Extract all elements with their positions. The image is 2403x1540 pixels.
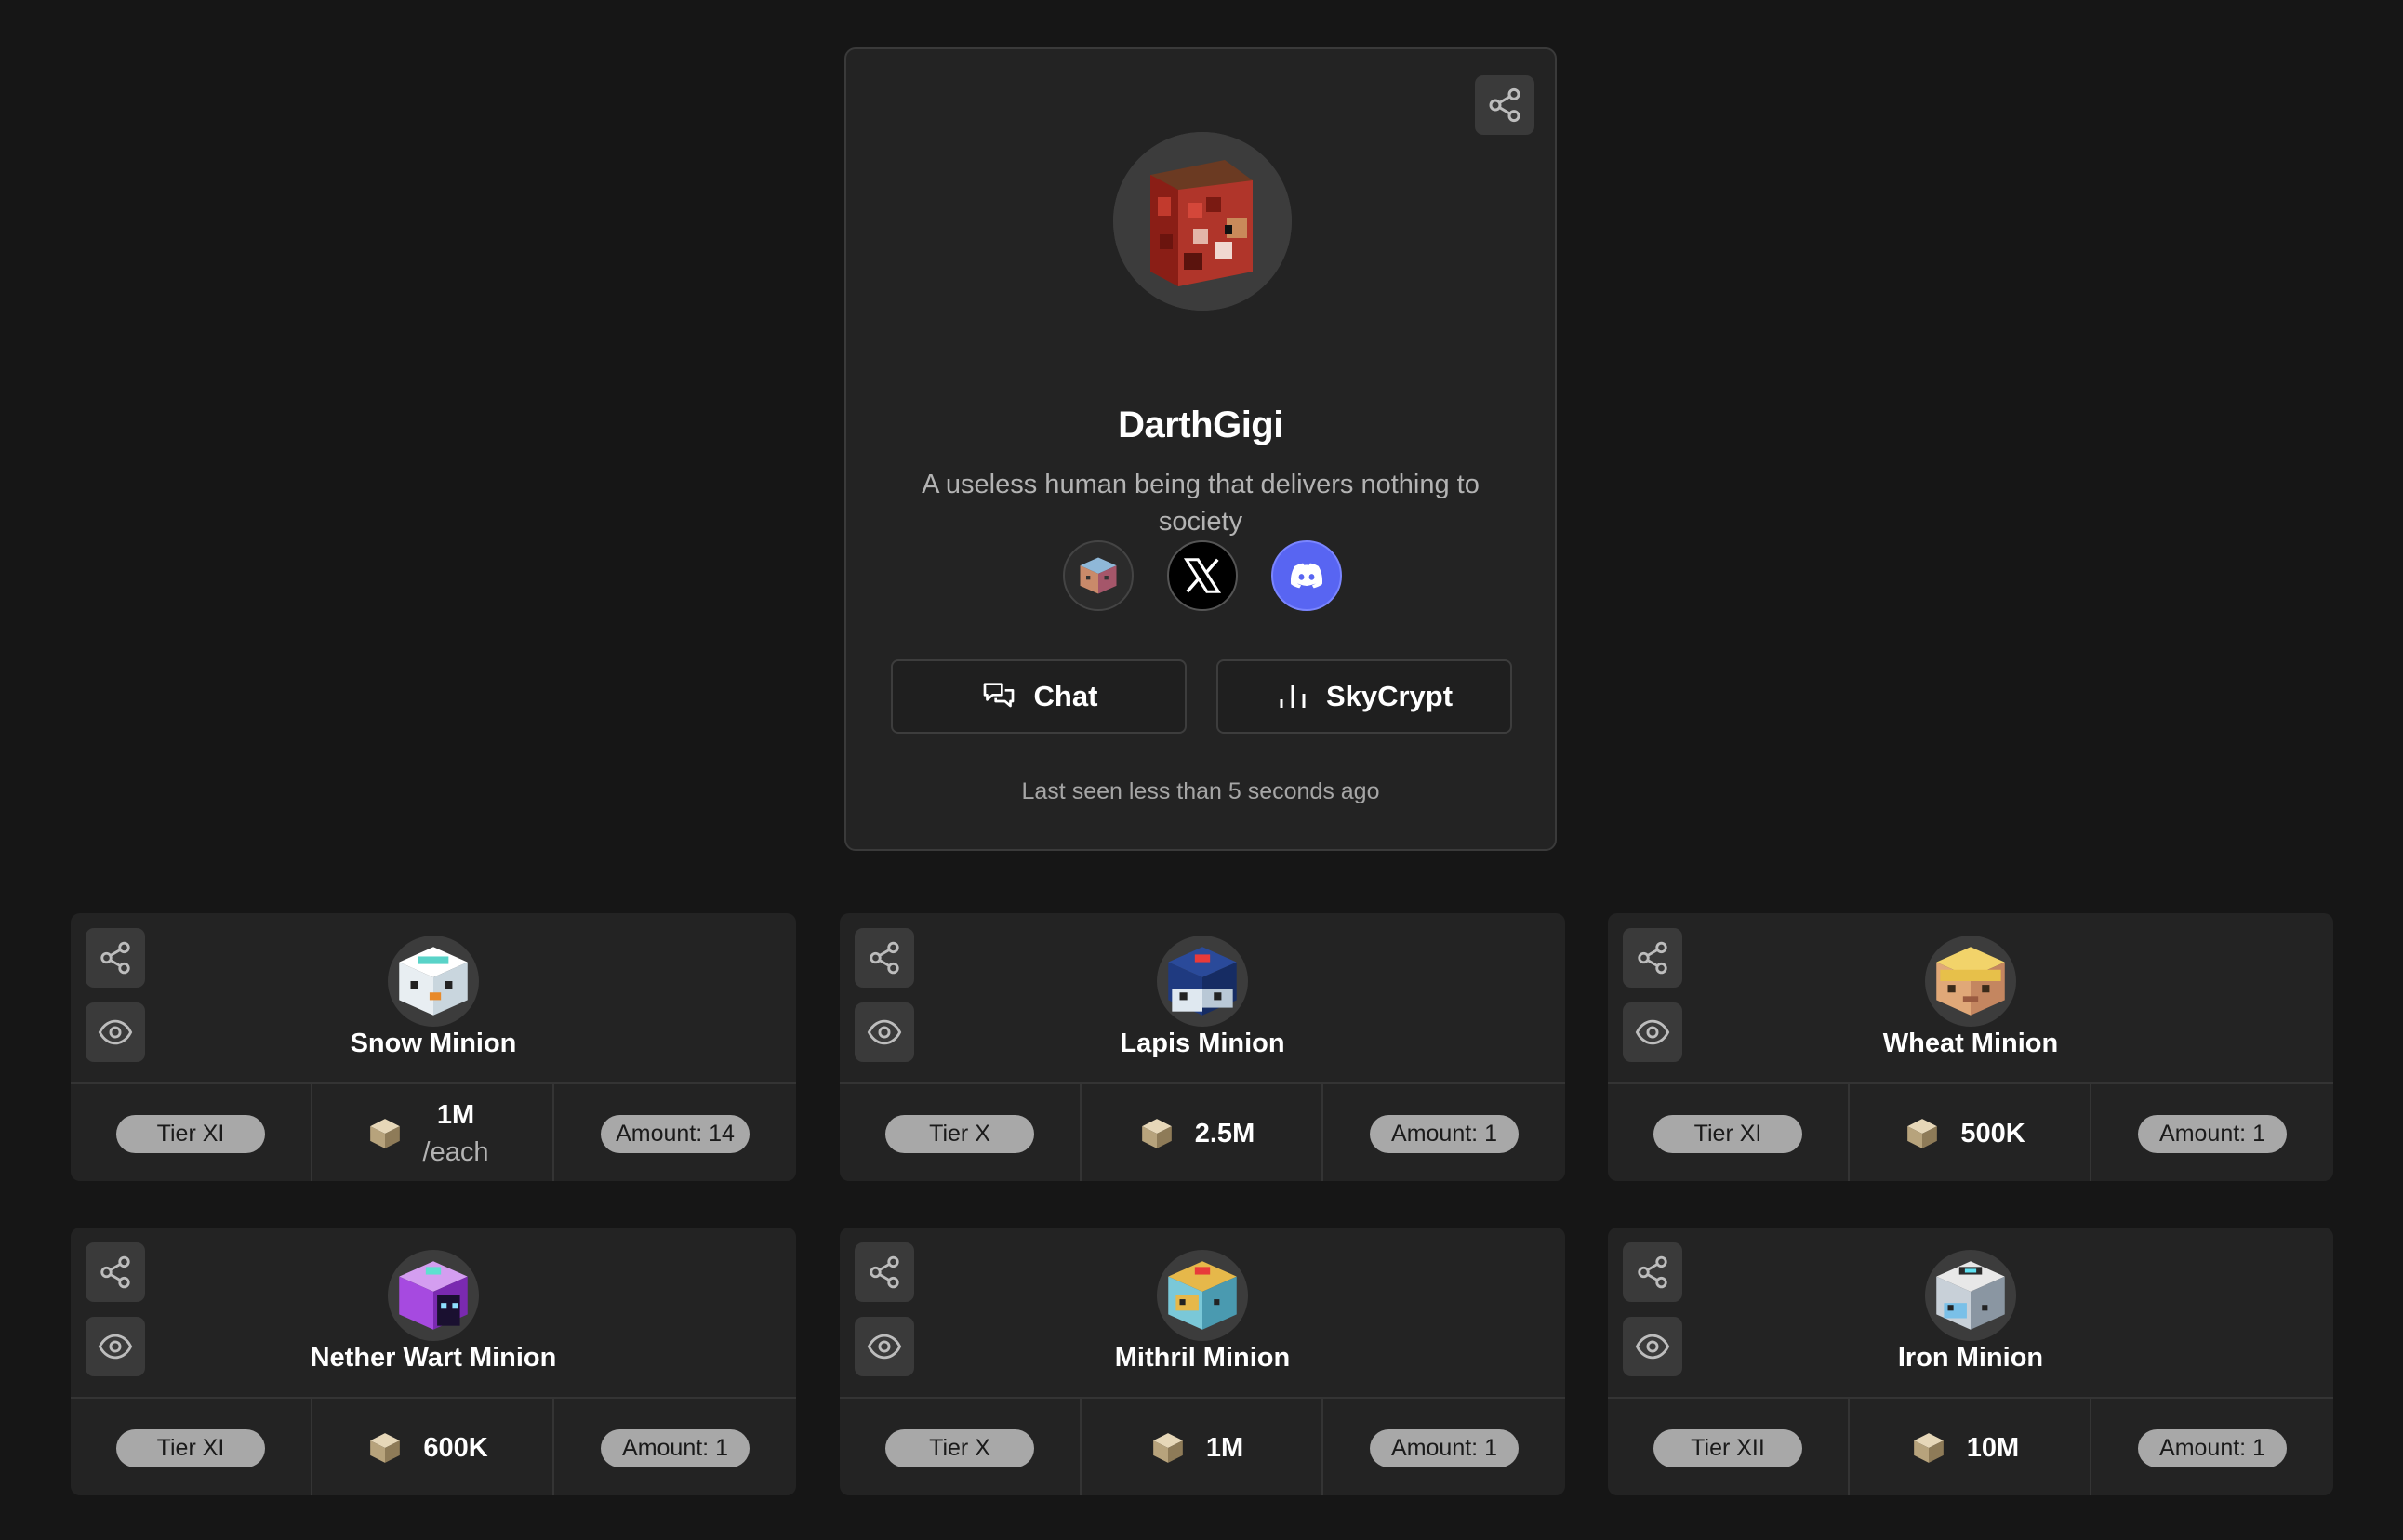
chat-label: Chat <box>1033 680 1098 712</box>
iron-minion-icon <box>1936 1261 2005 1330</box>
minion-details: Tier XI 1M/each Amount: 14 <box>71 1082 796 1181</box>
lapis-minion-icon <box>1168 947 1237 1016</box>
share-button[interactable] <box>86 928 145 988</box>
share-button[interactable] <box>86 1242 145 1302</box>
profile-bio: A useless human being that delivers noth… <box>922 470 1480 537</box>
profile-card: DarthGigi A useless human being that del… <box>844 47 1557 851</box>
nether-wart-minion-icon <box>399 1261 468 1330</box>
minion-name: Lapis Minion <box>1120 1029 1285 1058</box>
share-icon <box>867 940 902 976</box>
minion-name: Wheat Minion <box>1882 1029 2059 1058</box>
amount-badge: Amount: 1 <box>2138 1114 2287 1153</box>
amount-badge: Amount: 14 <box>601 1114 750 1153</box>
block-icon <box>1905 1116 1940 1151</box>
block-icon <box>367 1116 403 1151</box>
skycrypt-label: SkyCrypt <box>1325 680 1454 712</box>
minion-price: 1M <box>436 1100 475 1130</box>
minion-avatar <box>1925 936 2016 1027</box>
tier-badge: Tier X <box>885 1428 1034 1467</box>
minion-name: Snow Minion <box>350 1029 517 1058</box>
share-icon <box>98 940 133 976</box>
amount-badge: Amount: 1 <box>1370 1114 1519 1153</box>
minion-avatar <box>388 936 479 1027</box>
minion-card[interactable]: Wheat Minion Tier XI 500K Amount: 1 <box>1608 913 2333 1181</box>
share-icon <box>1635 1255 1670 1290</box>
minion-details: Tier XI 500K Amount: 1 <box>1608 1082 2333 1181</box>
share-button[interactable] <box>1475 75 1534 135</box>
block-icon <box>1911 1430 1946 1466</box>
mithril-minion-icon <box>1168 1261 1237 1330</box>
last-seen-status: Last seen less than 5 seconds ago <box>1021 778 1380 804</box>
amount-badge: Amount: 1 <box>2138 1428 2287 1467</box>
minion-price: 1M <box>1205 1433 1244 1463</box>
share-icon <box>98 1255 133 1290</box>
block-icon <box>1139 1116 1175 1151</box>
minion-price: 10M <box>1966 1433 2020 1463</box>
minion-details: Tier XII 10M Amount: 1 <box>1608 1397 2333 1495</box>
share-button[interactable] <box>1623 928 1682 988</box>
bar-chart-icon <box>1280 685 1306 708</box>
amount-badge: Amount: 1 <box>1370 1428 1519 1467</box>
tier-badge: Tier XI <box>116 1428 265 1467</box>
block-icon <box>367 1430 403 1466</box>
tier-badge: Tier XI <box>1653 1114 1802 1153</box>
minion-card[interactable]: Nether Wart Minion Tier XI 600K Amount: … <box>71 1228 796 1495</box>
minion-card[interactable]: Snow Minion Tier XI 1M/each Amount: 14 <box>71 913 796 1181</box>
minion-name: Iron Minion <box>1897 1343 2044 1373</box>
tier-badge: Tier XI <box>116 1114 265 1153</box>
minecraft-head-icon <box>1113 132 1292 311</box>
minion-avatar <box>388 1250 479 1341</box>
social-discord-link[interactable] <box>1271 540 1342 611</box>
block-icon <box>1150 1430 1186 1466</box>
share-button[interactable] <box>1623 1242 1682 1302</box>
skycrypt-button[interactable]: SkyCrypt <box>1216 659 1512 734</box>
chat-button[interactable]: Chat <box>891 659 1187 734</box>
minion-details: Tier XI 600K Amount: 1 <box>71 1397 796 1495</box>
social-minecraft-link[interactable] <box>1063 540 1134 611</box>
share-icon <box>867 1255 902 1290</box>
chat-icon <box>983 683 1014 708</box>
minion-price: 2.5M <box>1194 1119 1255 1148</box>
minion-card[interactable]: Lapis Minion Tier X 2.5M Amount: 1 <box>840 913 1565 1181</box>
minion-avatar <box>1157 936 1248 1027</box>
social-links <box>846 540 1555 615</box>
share-button[interactable] <box>855 928 914 988</box>
minion-price: 500K <box>1960 1119 2025 1148</box>
share-icon <box>1486 86 1523 124</box>
minecraft-head-icon <box>1080 557 1117 594</box>
share-button[interactable] <box>855 1242 914 1302</box>
wheat-minion-icon <box>1936 947 2005 1016</box>
discord-icon <box>1290 563 1323 589</box>
minion-avatar <box>1157 1250 1248 1341</box>
minion-details: Tier X 2.5M Amount: 1 <box>840 1082 1565 1181</box>
tier-badge: Tier X <box>885 1114 1034 1153</box>
tier-badge: Tier XII <box>1653 1428 1802 1467</box>
avatar <box>1113 132 1292 311</box>
share-icon <box>1635 940 1670 976</box>
profile-name: DarthGigi <box>1118 405 1283 445</box>
minion-name: Mithril Minion <box>1114 1343 1291 1373</box>
minion-name: Nether Wart Minion <box>310 1343 557 1373</box>
minion-details: Tier X 1M Amount: 1 <box>840 1397 1565 1495</box>
minion-price: 600K <box>423 1433 488 1463</box>
minion-card[interactable]: Iron Minion Tier XII 10M Amount: 1 <box>1608 1228 2333 1495</box>
snow-minion-icon <box>399 947 468 1016</box>
minion-avatar <box>1925 1250 2016 1341</box>
price-unit: /each <box>422 1137 489 1167</box>
social-x-link[interactable] <box>1167 540 1238 611</box>
amount-badge: Amount: 1 <box>601 1428 750 1467</box>
x-icon <box>1183 558 1222 593</box>
minion-card[interactable]: Mithril Minion Tier X 1M Amount: 1 <box>840 1228 1565 1495</box>
